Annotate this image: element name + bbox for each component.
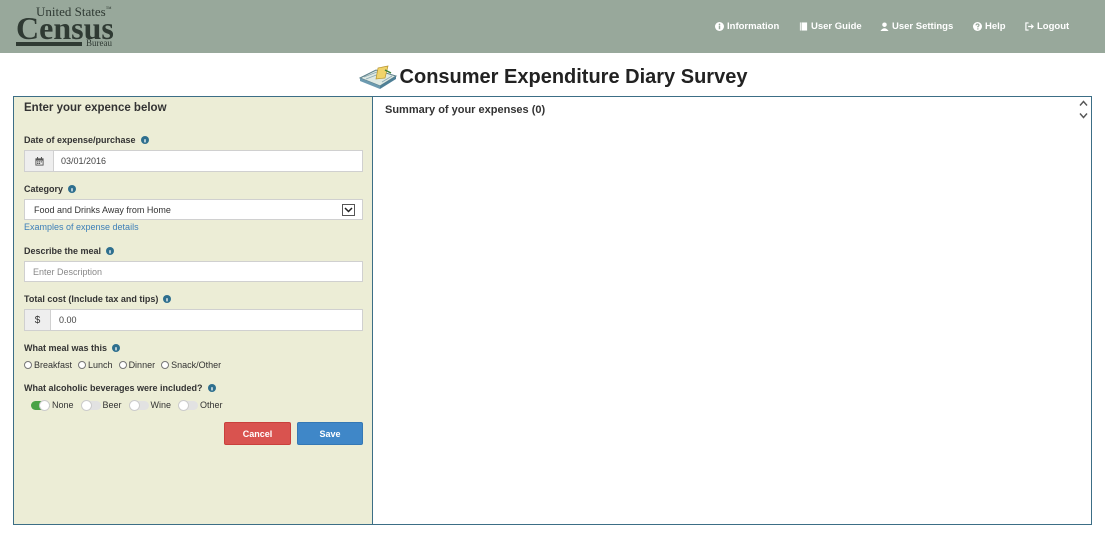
nav-information[interactable]: Information <box>715 21 779 32</box>
toggle-label: Beer <box>102 400 122 410</box>
radio-label: Dinner <box>128 360 156 370</box>
alcohol-toggle-none[interactable]: None <box>31 399 74 411</box>
info-circle-icon <box>715 22 724 31</box>
cost-label: Total cost (Include tax and tips) <box>24 294 159 304</box>
total-cost-value: 0.00 <box>59 315 77 325</box>
user-icon <box>880 22 889 31</box>
expense-entry-panel: Enter your expence below Date of expense… <box>13 96 373 525</box>
cancel-button[interactable]: Cancel <box>224 422 291 445</box>
date-label: Date of expense/purchase <box>24 135 136 145</box>
radio-label: Snack/Other <box>171 360 222 370</box>
chevron-up-icon[interactable] <box>1079 99 1088 108</box>
toggle-label: None <box>52 400 74 410</box>
meal-label: What meal was this <box>24 343 108 353</box>
toggle-switch[interactable] <box>80 399 101 411</box>
category-label: Category <box>24 184 64 194</box>
toggle-knob <box>80 399 92 411</box>
category-selected-value: Food and Drinks Away from Home <box>34 205 171 215</box>
total-cost-field[interactable]: $ 0.00 <box>24 309 363 331</box>
meal-radio-lunch[interactable]: Lunch <box>78 360 113 370</box>
calendar-icon <box>34 156 44 166</box>
alcohol-info-icon[interactable] <box>207 384 216 392</box>
date-input-value: 03/01/2016 <box>61 156 107 166</box>
nav-logout[interactable]: Logout <box>1025 21 1069 32</box>
book-icon <box>799 22 808 31</box>
sign-out-icon <box>1025 22 1034 31</box>
examples-link[interactable]: Examples of expense details <box>24 222 139 232</box>
nav-user-settings-label: User Settings <box>892 21 954 32</box>
nav-user-guide-label: User Guide <box>811 21 862 32</box>
logo-underline <box>16 42 82 46</box>
nav-user-settings[interactable]: User Settings <box>880 21 953 32</box>
alcohol-label: What alcoholic beverages were included? <box>24 383 203 393</box>
category-select[interactable]: Food and Drinks Away from Home <box>24 199 363 220</box>
radio-circle[interactable] <box>161 361 170 369</box>
category-label-row: Category <box>24 184 77 194</box>
page-title-row: Consumer Expenditure Diary Survey <box>0 63 1105 91</box>
toggle-knob <box>128 399 140 411</box>
meal-radio-group: Breakfast Lunch Dinner Snack/Other <box>24 360 227 370</box>
alcohol-toggle-beer[interactable]: Beer <box>80 399 122 411</box>
meal-radio-dinner[interactable]: Dinner <box>118 360 156 370</box>
describe-label: Describe the meal <box>24 246 102 256</box>
expense-summary-panel: Summary of your expenses (0) <box>372 96 1092 525</box>
diary-book-icon <box>358 65 397 89</box>
meal-radio-snack-other[interactable]: Snack/Other <box>161 360 221 370</box>
toggle-knob <box>178 399 190 411</box>
top-header-bar: United States™ Census Bureau Information… <box>0 0 1105 53</box>
date-info-icon[interactable] <box>140 136 149 144</box>
summary-title: Summary of your expenses (0) <box>385 104 546 116</box>
logo-line-bureau: Bureau <box>86 38 112 48</box>
radio-label: Breakfast <box>34 360 73 370</box>
calendar-addon[interactable] <box>25 151 54 171</box>
radio-circle[interactable] <box>24 361 32 369</box>
cost-info-icon[interactable] <box>163 295 172 303</box>
nav-user-guide[interactable]: User Guide <box>799 21 862 32</box>
save-button[interactable]: Save <box>297 422 363 445</box>
toggle-label: Wine <box>150 400 172 410</box>
toggle-knob <box>39 399 50 411</box>
date-label-row: Date of expense/purchase <box>24 135 149 145</box>
toggle-switch[interactable] <box>31 399 50 411</box>
description-field[interactable] <box>24 261 363 282</box>
nav-help-label: Help <box>985 21 1006 32</box>
category-dropdown-arrow[interactable] <box>342 204 355 216</box>
nav-logout-label: Logout <box>1037 21 1070 32</box>
cost-label-row: Total cost (Include tax and tips) <box>24 294 172 304</box>
alcohol-toggle-other[interactable]: Other <box>178 399 223 411</box>
radio-label: Lunch <box>88 360 113 370</box>
nav-help[interactable]: Help <box>973 21 1006 32</box>
radio-circle[interactable] <box>78 361 87 369</box>
expense-form-heading: Enter your expence below <box>24 102 167 114</box>
question-circle-icon <box>973 22 982 31</box>
meal-label-row: What meal was this <box>24 343 121 353</box>
category-info-icon[interactable] <box>68 185 77 193</box>
toggle-label: Other <box>200 400 223 410</box>
nav-information-label: Information <box>727 21 780 32</box>
toggle-switch[interactable] <box>128 399 149 411</box>
page-title: Consumer Expenditure Diary Survey <box>399 65 748 88</box>
radio-circle[interactable] <box>118 361 127 369</box>
census-bureau-logo[interactable]: United States™ Census Bureau <box>16 4 126 50</box>
alcohol-label-row: What alcoholic beverages were included? <box>24 383 216 393</box>
toggle-switch[interactable] <box>178 399 199 411</box>
alcohol-toggle-group: None Beer Wine Other <box>31 399 231 411</box>
chevron-down-icon[interactable] <box>1079 111 1088 120</box>
chevron-down-icon <box>344 207 353 213</box>
alcohol-toggle-wine[interactable]: Wine <box>128 399 172 411</box>
meal-info-icon[interactable] <box>112 344 121 352</box>
date-field[interactable]: 03/01/2016 <box>24 150 363 172</box>
describe-info-icon[interactable] <box>106 247 115 255</box>
currency-addon: $ <box>25 310 51 330</box>
meal-radio-breakfast[interactable]: Breakfast <box>24 360 72 370</box>
description-input[interactable] <box>25 262 362 282</box>
describe-label-row: Describe the meal <box>24 246 115 256</box>
